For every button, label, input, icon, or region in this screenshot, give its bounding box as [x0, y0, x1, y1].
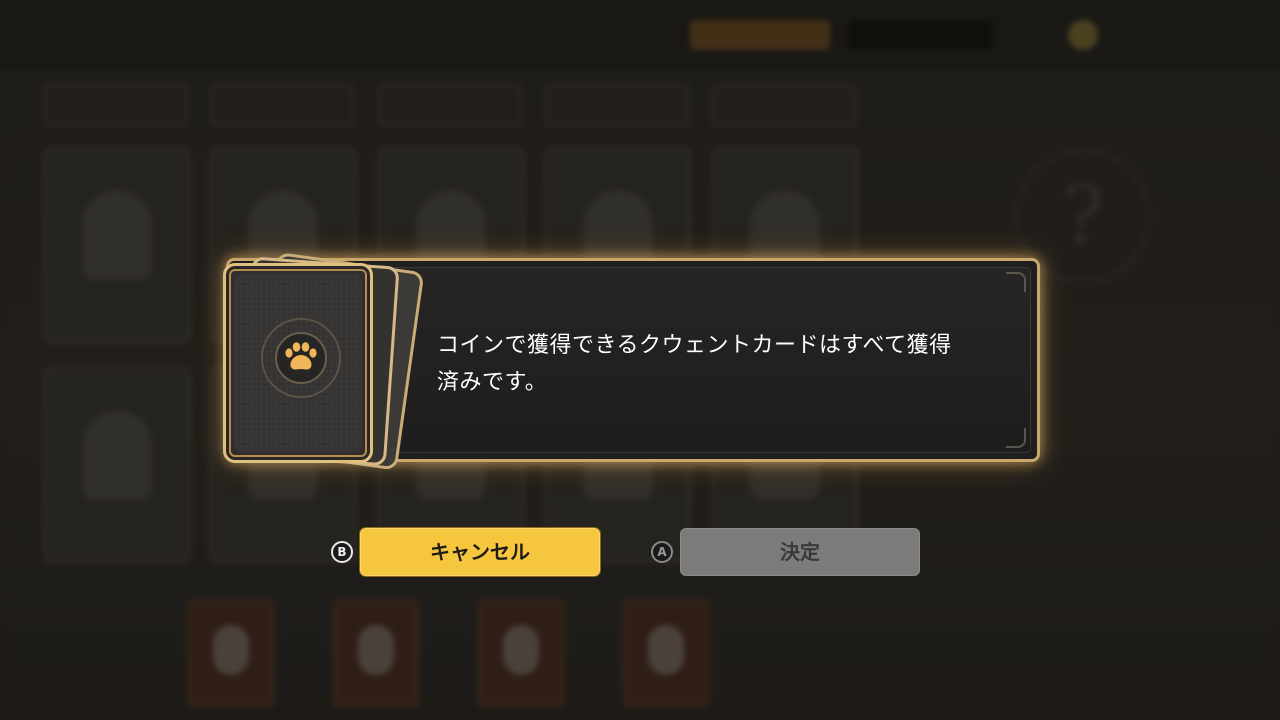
- corner-ornament: [1006, 272, 1026, 292]
- corner-ornament: [1006, 428, 1026, 448]
- card-back-front: [223, 263, 373, 463]
- dialog-message: コインで獲得できるクウェントカードはすべて獲得 済みです。: [437, 327, 1017, 401]
- paw-icon: [275, 332, 327, 384]
- cancel-button[interactable]: キャンセル: [360, 528, 600, 576]
- dialog-message-line: 済みです。: [437, 370, 548, 395]
- confirm-button[interactable]: 決定: [680, 528, 920, 576]
- a-button-icon: A: [651, 541, 673, 563]
- dialog-message-line: コインで獲得できるクウェントカードはすべて獲得: [437, 333, 952, 358]
- b-button-icon: B: [331, 541, 353, 563]
